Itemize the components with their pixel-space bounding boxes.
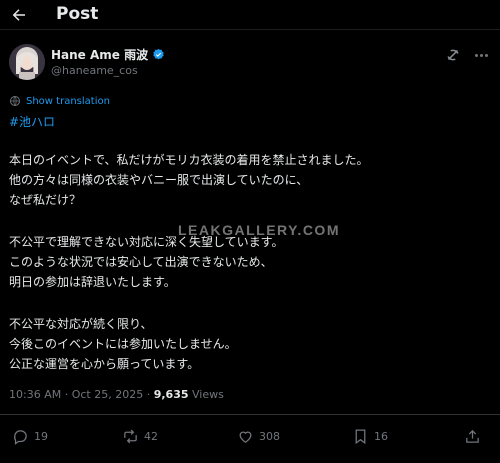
post-line: 今後このイベントには参加いたしません。 — [9, 337, 237, 351]
post-line: 他の方々は同様の衣装やバニー服で出演していたのに、 — [9, 173, 309, 187]
post-meta: 10:36 AM · Oct 25, 2025 · 9,635 Views — [9, 388, 224, 401]
post-line: 公正な運営を心から願っています。 — [9, 357, 200, 371]
verified-badge-icon — [153, 48, 164, 60]
grok-icon — [447, 49, 459, 61]
show-translation-link[interactable]: Show translation — [9, 95, 110, 107]
like-button[interactable]: 308 — [237, 428, 280, 445]
post-line: 本日のイベントで、私だけがモリカ衣装の着用を禁止されました。 — [9, 153, 369, 167]
post-line: 不公平な対応が続く限り、 — [9, 317, 153, 331]
author-display-name[interactable]: Hane Ame 雨波 — [51, 46, 148, 63]
views-count: 9,635 — [153, 388, 189, 401]
post-paragraph-1: 本日のイベントで、私だけがモリカ衣装の着用を禁止されました。 他の方々は同様の衣… — [9, 150, 489, 210]
arrow-left-icon — [12, 9, 25, 21]
back-button[interactable] — [8, 4, 30, 26]
views-label: Views — [192, 388, 224, 401]
bookmark-button[interactable]: 16 — [352, 428, 388, 445]
grok-button[interactable] — [444, 46, 462, 64]
meta-separator: · — [146, 388, 151, 401]
repost-button[interactable]: 42 — [122, 428, 158, 445]
divider — [0, 414, 500, 415]
share-button[interactable] — [464, 428, 481, 445]
bookmark-icon — [355, 429, 366, 445]
like-count: 308 — [259, 430, 280, 443]
bookmark-count: 16 — [374, 430, 388, 443]
more-dot-icon — [474, 53, 478, 57]
post-paragraph-3: 不公平な対応が続く限り、 今後このイベントには参加いたしません。 公正な運営を心… — [9, 314, 489, 374]
top-bar: Post — [0, 0, 500, 30]
repost-count: 42 — [144, 430, 158, 443]
post-line: なぜ私だけ？ — [9, 193, 82, 207]
watermark: LEAKGALLERY.COM — [178, 222, 340, 238]
reply-button[interactable]: 19 — [12, 428, 48, 445]
more-dot-icon — [484, 53, 488, 57]
hashtag-link[interactable]: #池ハロ — [9, 113, 55, 130]
post-paragraph-2: 不公平で理解できない対応に深く失望しています。 このような状況では安心して出演で… — [9, 232, 489, 292]
repost-icon — [124, 429, 137, 444]
heart-icon — [239, 431, 252, 443]
translate-icon — [10, 96, 20, 106]
page-title: Post — [56, 4, 99, 24]
avatar[interactable] — [9, 44, 45, 80]
post-line: このような状況では安心して出演できないため、 — [9, 255, 273, 269]
author-handle[interactable]: @haneame_cos — [51, 64, 138, 77]
avatar-image — [9, 44, 45, 80]
post-date[interactable]: Oct 25, 2025 — [72, 388, 144, 401]
reply-count: 19 — [34, 430, 48, 443]
post-line: 明日の参加は辞退いたします。 — [9, 275, 176, 289]
reply-icon — [14, 430, 27, 445]
meta-separator: · — [64, 388, 69, 401]
author-name-row[interactable]: Hane Ame 雨波 — [51, 46, 165, 63]
show-translation-label[interactable]: Show translation — [26, 96, 110, 107]
more-options-button[interactable] — [470, 46, 492, 64]
share-icon — [466, 429, 479, 443]
post-time[interactable]: 10:36 AM — [9, 388, 61, 401]
more-dot-icon — [479, 53, 483, 57]
